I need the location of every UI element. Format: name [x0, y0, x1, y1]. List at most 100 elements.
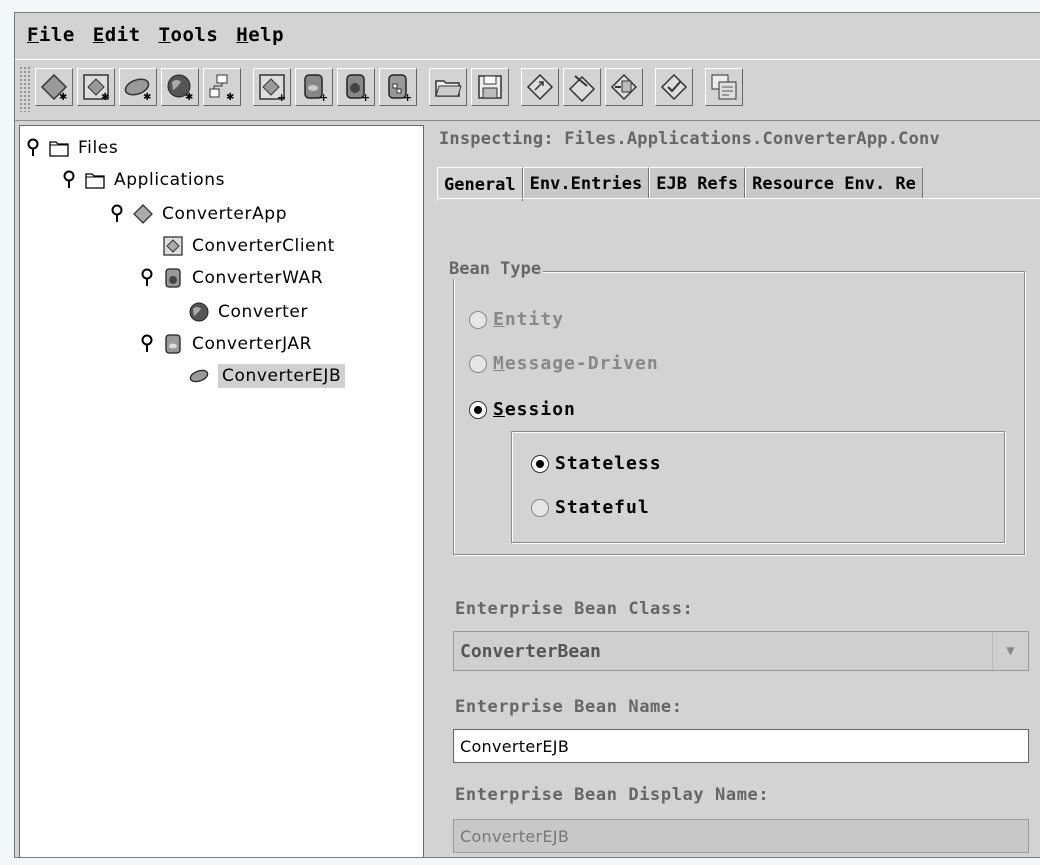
svg-text:+: +	[319, 91, 328, 102]
bean-class-value: ConverterBean	[460, 640, 601, 662]
tree-node-applications[interactable]: Applications	[62, 166, 225, 194]
verify-button[interactable]	[655, 68, 693, 106]
display-name-field[interactable]: ConverterEJB	[453, 819, 1029, 853]
add-to-application-button[interactable]: +	[253, 68, 291, 106]
menu-edit-mnemonic: E	[92, 24, 105, 46]
open-folder-icon	[435, 80, 462, 97]
add-rar-button[interactable]: +	[379, 68, 417, 106]
new-web-component-icon: ✱	[167, 74, 193, 102]
session-label: ession	[504, 399, 576, 420]
svg-text:✱: ✱	[101, 92, 109, 102]
tree-node-converter-client[interactable]: ConverterClient	[162, 232, 335, 260]
expand-handle-icon[interactable]	[26, 138, 40, 158]
display-name-label: Enterprise Bean Display Name:	[455, 785, 770, 805]
menu-tools-mnemonic: T	[158, 24, 171, 46]
message-driven-mnemonic: M	[493, 353, 505, 374]
bean-class-label: Enterprise Bean Class:	[455, 599, 694, 619]
open-folder-button[interactable]	[429, 68, 467, 106]
tree-node-converter-ejb[interactable]: ConverterEJB	[188, 362, 346, 390]
add-rar-icon: +	[388, 74, 412, 102]
entity-mnemonic: E	[493, 309, 505, 330]
new-application-client-button[interactable]: ✱	[77, 68, 115, 106]
folder-icon	[84, 169, 106, 191]
svg-text:✱: ✱	[59, 92, 67, 102]
application-icon	[132, 203, 154, 225]
tree-label-converter-client: ConverterClient	[192, 236, 335, 256]
add-war-button[interactable]: +	[337, 68, 375, 106]
add-war-icon: +	[346, 74, 370, 102]
menu-tools-label: ools	[170, 24, 219, 46]
session-mnemonic: S	[493, 399, 505, 420]
message-driven-label: essage-Driven	[504, 353, 659, 374]
update-files-icon	[526, 73, 554, 101]
update-files-button[interactable]	[521, 68, 559, 106]
enterprise-bean-icon	[188, 365, 210, 387]
session-radio[interactable]: Session	[469, 399, 576, 420]
add-to-application-icon: +	[259, 74, 286, 102]
menu-file[interactable]: File	[27, 24, 75, 46]
expand-handle-icon[interactable]	[140, 334, 154, 354]
tree-node-converter[interactable]: Converter	[188, 298, 308, 326]
display-name-value: ConverterEJB	[460, 826, 570, 846]
expand-handle-icon[interactable]	[62, 170, 76, 190]
radio-button-icon	[469, 310, 487, 329]
undeploy-button[interactable]	[605, 68, 643, 106]
entity-label: ntity	[504, 309, 565, 330]
tree-label-converter-jar: ConverterJAR	[192, 334, 313, 354]
menu-help-label: elp	[248, 24, 285, 46]
undeploy-icon	[610, 73, 638, 101]
entity-radio[interactable]: Entity	[469, 309, 564, 330]
tab-resource-env-refs[interactable]: Resource Env. Re	[745, 167, 923, 199]
new-enterprise-bean-icon: ✱	[124, 78, 151, 102]
tab-env-entries[interactable]: Env.Entries	[522, 167, 650, 199]
menu-tools[interactable]: Tools	[159, 24, 219, 46]
menu-edit[interactable]: Edit	[93, 24, 141, 46]
save-button[interactable]	[471, 68, 509, 106]
inspector-title: Inspecting: Files.Applications.Converter…	[439, 129, 940, 149]
file-tree: Files Applications ConverterApp Converte…	[19, 125, 424, 857]
web-component-icon	[188, 301, 210, 323]
deploy-button[interactable]	[563, 68, 601, 106]
new-web-component-button[interactable]: ✱	[161, 68, 199, 106]
menu-help-mnemonic: H	[236, 24, 249, 46]
toolbar-grip[interactable]	[19, 66, 31, 112]
new-connector-button[interactable]: ✱	[203, 68, 241, 106]
tab-general[interactable]: General	[437, 167, 523, 201]
stateful-radio[interactable]: Stateful	[531, 497, 650, 518]
session-type-group	[511, 431, 1005, 543]
tree-node-converter-app[interactable]: ConverterApp	[110, 200, 287, 228]
bean-type-legend: Bean Type	[447, 259, 544, 279]
tree-node-converter-war[interactable]: ConverterWAR	[140, 264, 323, 292]
new-application-client-icon: ✱	[83, 74, 109, 102]
bean-class-combo[interactable]: ConverterBean ▼	[453, 631, 1029, 671]
menu-help[interactable]: Help	[236, 24, 284, 46]
stateful-label: Stateful	[555, 497, 650, 518]
application-window: File Edit Tools Help ✱ ✱ ✱ ✱ ✱ + + + + F…	[14, 12, 1040, 858]
radio-button-icon	[469, 400, 487, 419]
bean-name-field[interactable]: ConverterEJB	[453, 729, 1029, 763]
tree-label-converter-war: ConverterWAR	[192, 268, 324, 288]
stateless-radio[interactable]: Stateless	[531, 453, 662, 474]
bean-name-label: Enterprise Bean Name:	[455, 697, 683, 717]
message-driven-radio[interactable]: Message-Driven	[469, 353, 659, 374]
menu-bar: File Edit Tools Help	[15, 13, 1040, 57]
svg-text:✱: ✱	[143, 92, 151, 102]
tree-node-converter-jar[interactable]: ConverterJAR	[140, 330, 312, 358]
svg-text:✱: ✱	[185, 92, 193, 102]
add-jar-button[interactable]: +	[295, 68, 333, 106]
tree-node-files[interactable]: Files	[26, 134, 118, 162]
folder-icon	[48, 137, 70, 159]
chevron-down-icon[interactable]: ▼	[992, 632, 1028, 670]
app-client-icon	[162, 235, 184, 257]
deployment-tool-button[interactable]	[705, 68, 743, 106]
new-application-icon: ✱	[40, 73, 67, 102]
expand-handle-icon[interactable]	[110, 204, 124, 224]
tree-label-converter-app: ConverterApp	[162, 204, 288, 224]
bean-name-value: ConverterEJB	[460, 736, 570, 756]
svg-text:+: +	[277, 91, 286, 102]
new-enterprise-bean-button[interactable]: ✱	[119, 68, 157, 106]
tab-ejb-refs[interactable]: EJB Refs	[649, 167, 746, 199]
deployment-tool-icon	[711, 74, 737, 100]
new-application-button[interactable]: ✱	[35, 68, 73, 106]
expand-handle-icon[interactable]	[140, 268, 154, 288]
